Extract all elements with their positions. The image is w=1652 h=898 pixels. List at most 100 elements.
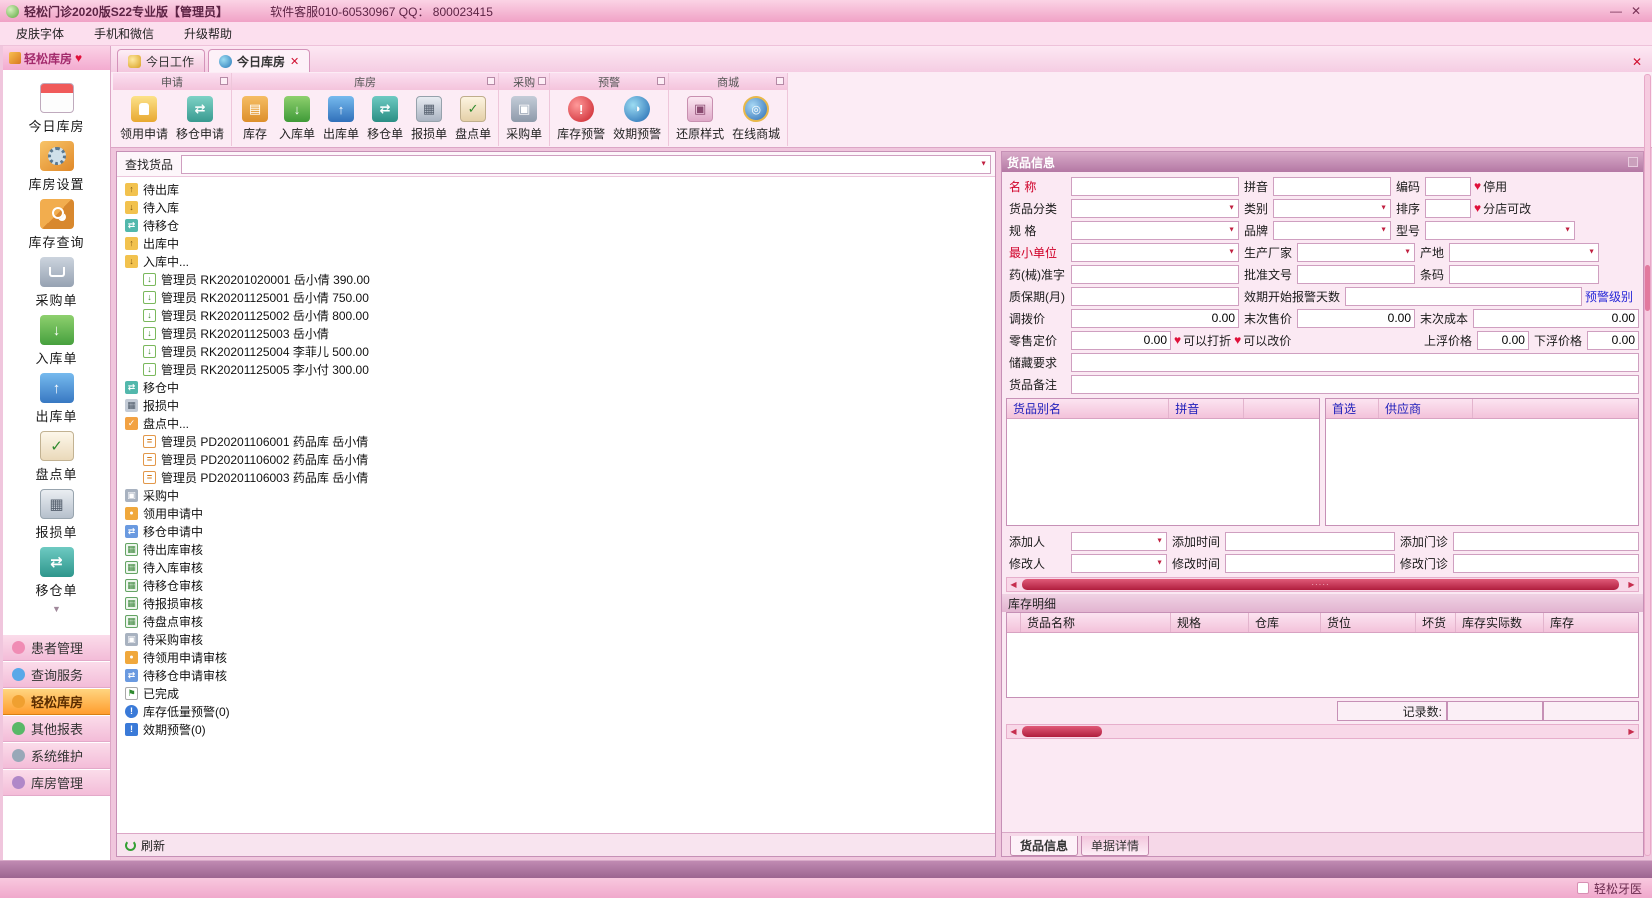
tree-item[interactable]: 出库中 — [117, 234, 995, 252]
scroll-right-icon[interactable] — [1625, 727, 1638, 736]
tree-item[interactable]: 管理员 RK20201125005 李小付 300.00 — [117, 360, 995, 378]
tree-item[interactable]: 管理员 RK20201125002 岳小倩 800.00 — [117, 306, 995, 324]
storage-input[interactable] — [1071, 352, 1639, 372]
panel-menu-icon[interactable] — [1628, 157, 1638, 167]
model-select[interactable] — [1425, 220, 1576, 240]
group-launcher-icon[interactable] — [776, 77, 785, 85]
type-select[interactable] — [1273, 198, 1392, 218]
tree-item[interactable]: 管理员 PD20201106002 药品库 岳小倩 — [117, 450, 995, 468]
can-discount-checkbox[interactable]: 可以打折 — [1174, 332, 1231, 349]
tree-item[interactable]: 管理员 RK20201125003 岳小倩 — [117, 324, 995, 342]
tree-item[interactable]: 待移仓审核 — [117, 576, 995, 594]
ribbon-button[interactable]: 报损单 — [407, 92, 451, 146]
scrollbar-thumb[interactable]: ····· — [1022, 579, 1619, 590]
ribbon-button[interactable]: 效期预警 — [609, 92, 665, 146]
sidebar-item[interactable]: 报损单 — [3, 486, 110, 544]
tree-item[interactable]: 待出库审核 — [117, 540, 995, 558]
tree-item[interactable]: 待领用申请审核 — [117, 648, 995, 666]
transfer-price-input[interactable] — [1071, 308, 1239, 328]
tab-close-icon[interactable]: ✕ — [290, 55, 299, 68]
ribbon-button[interactable]: 在线商城 — [728, 92, 784, 146]
tree-item[interactable]: 入库中... — [117, 252, 995, 270]
stock-column-header[interactable]: 坏货 — [1416, 613, 1456, 632]
goods-search-input[interactable] — [182, 156, 990, 172]
stock-column-header[interactable]: 货品名称 — [1021, 613, 1171, 632]
sidebar-group-button[interactable]: 患者管理 — [3, 634, 110, 661]
group-launcher-icon[interactable] — [538, 77, 547, 85]
stock-column-header[interactable] — [1007, 613, 1021, 632]
group-launcher-icon[interactable] — [657, 77, 666, 85]
tree-item[interactable]: 报损中 — [117, 396, 995, 414]
stock-table-body[interactable] — [1007, 633, 1638, 697]
stock-column-header[interactable]: 货位 — [1321, 613, 1416, 632]
vertical-scrollbar-thumb[interactable] — [1645, 265, 1650, 311]
refresh-bar[interactable]: 刷新 — [117, 833, 995, 856]
sidebar-group-button[interactable]: 库房管理 — [3, 769, 110, 796]
added-clinic-input[interactable] — [1452, 531, 1639, 551]
sidebar-item[interactable]: 出库单 — [3, 370, 110, 428]
expiry-days-input[interactable] — [1345, 286, 1582, 306]
tree-item[interactable]: 采购中 — [117, 486, 995, 504]
added-time-input[interactable] — [1225, 531, 1395, 551]
ribbon-button[interactable]: 还原样式 — [672, 92, 728, 146]
close-icon[interactable]: ✕ — [1626, 4, 1646, 18]
last-cost-input[interactable] — [1473, 308, 1639, 328]
menu-item[interactable]: 皮肤字体 — [16, 25, 64, 42]
preferred-column-header[interactable]: 首选 — [1326, 399, 1380, 418]
alias-pinyin-column-header[interactable]: 拼音 — [1169, 399, 1245, 418]
tree-item[interactable]: 待出库 — [117, 180, 995, 198]
pinyin-input[interactable] — [1273, 176, 1392, 196]
tree-item[interactable]: 管理员 RK20201020001 岳小倩 390.00 — [117, 270, 995, 288]
tree-item[interactable]: 管理员 PD20201106003 药品库 岳小倩 — [117, 468, 995, 486]
group-launcher-icon[interactable] — [220, 77, 229, 85]
float-up-input[interactable] — [1476, 330, 1529, 350]
tree-item[interactable]: 已完成 — [117, 684, 995, 702]
sidebar-item[interactable]: 入库单 — [3, 312, 110, 370]
goods-search-combo[interactable] — [181, 154, 991, 174]
tree-item[interactable]: 盘点中... — [117, 414, 995, 432]
float-down-input[interactable] — [1587, 330, 1639, 350]
tree-item[interactable]: 待采购审核 — [117, 630, 995, 648]
tree-item[interactable]: 领用申请中 — [117, 504, 995, 522]
sidebar-item[interactable]: 库存查询 — [3, 196, 110, 254]
info-bottom-tab[interactable]: 货品信息 — [1010, 835, 1079, 856]
sidebar-item[interactable]: 采购单 — [3, 254, 110, 312]
manufacturer-select[interactable] — [1297, 242, 1416, 262]
scroll-right-icon[interactable] — [1625, 580, 1638, 589]
tree-item[interactable]: 管理员 RK20201125001 岳小倩 750.00 — [117, 288, 995, 306]
tree-item[interactable]: 效期预警(0) — [117, 720, 995, 738]
category-select[interactable] — [1071, 198, 1239, 218]
sidebar-item[interactable]: 今日库房 — [3, 80, 110, 138]
origin-select[interactable] — [1449, 242, 1600, 262]
stock-column-header[interactable]: 规格 — [1171, 613, 1249, 632]
vertical-scrollbar[interactable] — [1644, 74, 1651, 856]
group-launcher-icon[interactable] — [487, 77, 496, 85]
ribbon-button[interactable]: 库存 — [235, 92, 275, 146]
ribbon-button[interactable]: 领用申请 — [116, 92, 172, 146]
ribbon-button[interactable]: 盘点单 — [451, 92, 495, 146]
supplier-column-header[interactable]: 供应商 — [1379, 399, 1473, 418]
stock-column-header[interactable]: 仓库 — [1249, 613, 1321, 632]
sidebar-group-button[interactable]: 查询服务 — [3, 661, 110, 688]
sidebar-item[interactable]: 盘点单 — [3, 428, 110, 486]
min-unit-select[interactable] — [1071, 242, 1239, 262]
tree-item[interactable]: 管理员 RK20201125004 李菲儿 500.00 — [117, 342, 995, 360]
alert-level-link[interactable]: 预警级别 — [1585, 288, 1639, 305]
info-bottom-tab[interactable]: 单据详情 — [1081, 835, 1150, 856]
stock-column-header[interactable]: 库存 — [1544, 613, 1638, 632]
modified-time-input[interactable] — [1225, 553, 1395, 573]
brand-select[interactable] — [1273, 220, 1392, 240]
sidebar-group-button[interactable]: 系统维护 — [3, 742, 110, 769]
alias-column-header[interactable]: 货品别名 — [1007, 399, 1170, 418]
tree-item[interactable]: 待入库审核 — [117, 558, 995, 576]
supplier-table-body[interactable] — [1326, 419, 1638, 525]
close-tab-button[interactable]: ✕ — [1632, 55, 1646, 72]
scrollbar-thumb[interactable] — [1022, 726, 1102, 737]
disabled-checkbox[interactable]: 停用 — [1474, 178, 1507, 195]
sort-input[interactable] — [1425, 198, 1472, 218]
warranty-input[interactable] — [1071, 286, 1239, 306]
tree-item[interactable]: 移仓中 — [117, 378, 995, 396]
tree-item[interactable]: 待入库 — [117, 198, 995, 216]
tab[interactable]: 今日库房 ✕ — [208, 49, 311, 72]
tree-item[interactable]: 待移仓 — [117, 216, 995, 234]
